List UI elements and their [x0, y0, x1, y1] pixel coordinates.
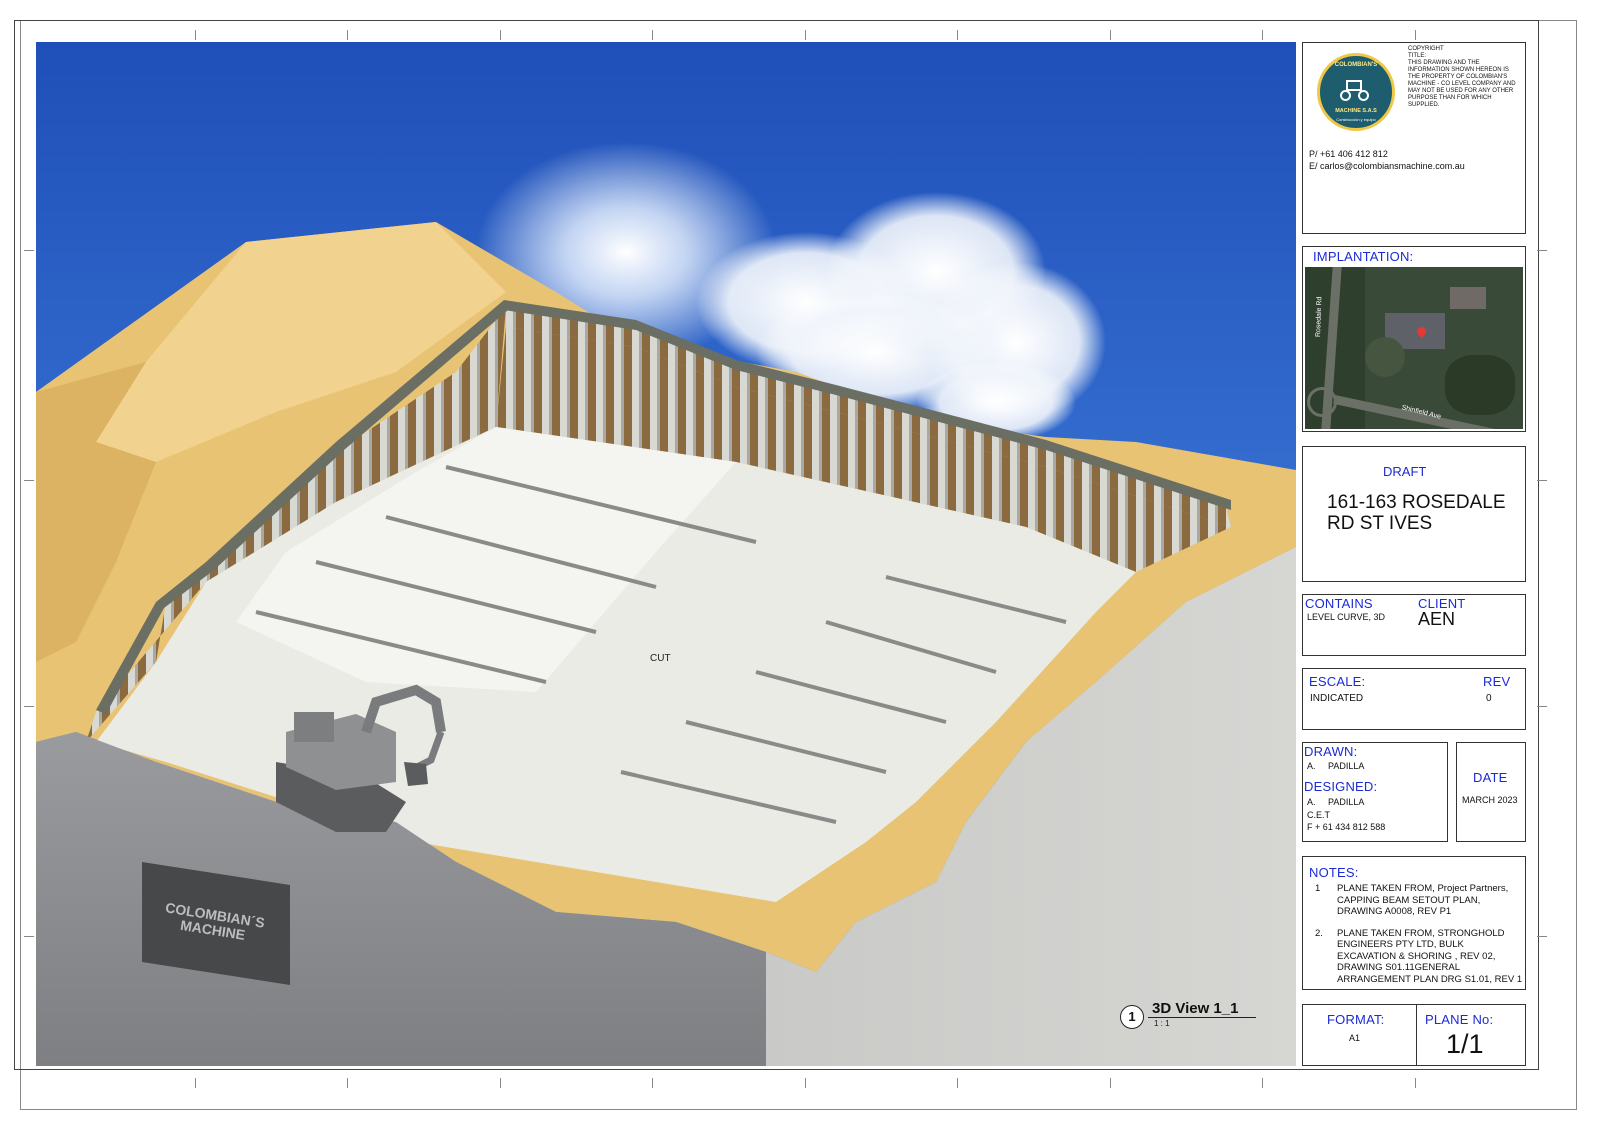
implantation-panel: IMPLANTATION: Rosedale Rd Shinfield Ave: [1302, 246, 1526, 432]
date-panel: DATE MARCH 2023: [1456, 742, 1526, 842]
border-tick: [957, 1078, 958, 1088]
border-tick: [347, 30, 348, 40]
project-status: DRAFT: [1383, 464, 1427, 479]
note-number: 1: [1315, 883, 1321, 894]
format-plane-divider: [1416, 1005, 1417, 1065]
border-tick: [805, 30, 806, 40]
border-tick: [195, 30, 196, 40]
notes-panel: NOTES: 1 PLANE TAKEN FROM, Project Partn…: [1302, 856, 1526, 990]
implantation-label: IMPLANTATION:: [1313, 249, 1414, 264]
client-value: AEN: [1418, 609, 1456, 629]
tractor-icon: [1340, 80, 1372, 102]
border-tick: [500, 1078, 501, 1088]
designed-label: DESIGNED:: [1304, 779, 1378, 794]
logo-bottom-text: MACHINE S.A.S: [1335, 108, 1377, 114]
plane-label: PLANE No:: [1425, 1012, 1494, 1027]
plane-value: 1/1: [1446, 1029, 1484, 1059]
copyright-notice: COPYRIGHT TITLE: THIS DRAWING AND THE IN…: [1408, 46, 1520, 109]
border-tick: [1262, 30, 1263, 40]
view-scale: 1 : 1: [1154, 1019, 1170, 1028]
project-name-line2: RD ST IVES: [1327, 513, 1433, 534]
border-tick: [195, 1078, 196, 1088]
drawn-label: DRAWN:: [1304, 744, 1358, 759]
border-tick: [957, 30, 958, 40]
contact-email: E/ carlos@colombiansmachine.com.au: [1309, 161, 1465, 171]
border-tick: [1537, 480, 1547, 481]
date-label: DATE: [1473, 770, 1508, 785]
escale-value: INDICATED: [1310, 693, 1364, 704]
drawn-designed-panel: DRAWN: A. PADILLA DESIGNED: A. PADILLA C…: [1302, 742, 1448, 842]
border-tick: [24, 706, 34, 707]
format-plane-panel: FORMAT: A1 PLANE No: 1/1: [1302, 1004, 1526, 1066]
border-tick: [1262, 1078, 1263, 1088]
rev-label: REV: [1483, 674, 1511, 689]
project-panel: DRAFT 161-163 ROSEDALE RD ST IVES: [1302, 446, 1526, 582]
copyright-heading: COPYRIGHT: [1408, 46, 1444, 52]
company-info-panel: COLOMBIAN'S MACHINE S.A.S Construcción y…: [1302, 42, 1526, 234]
view-number-circle: 1: [1120, 1005, 1144, 1029]
border-tick: [1110, 1078, 1111, 1088]
border-tick: [1110, 30, 1111, 40]
border-tick: [1415, 1078, 1416, 1088]
notes-list: 1 PLANE TAKEN FROM, Project Partners, CA…: [1315, 883, 1523, 995]
format-label: FORMAT:: [1327, 1012, 1385, 1027]
border-tick: [1415, 30, 1416, 40]
note-item: 2. PLANE TAKEN FROM, STRONGHOLD ENGINEER…: [1315, 928, 1523, 986]
date-value: MARCH 2023: [1462, 795, 1518, 805]
note-text: PLANE TAKEN FROM, Project Partners, CAPP…: [1337, 883, 1509, 917]
format-value: A1: [1349, 1033, 1361, 1043]
cut-label: CUT: [650, 653, 671, 664]
contains-client-panel: CONTAINS LEVEL CURVE, 3D CLIENT AEN: [1302, 594, 1526, 656]
logo-tagline: Construcción y equipo: [1336, 117, 1376, 122]
border-tick: [347, 1078, 348, 1088]
company-logo: COLOMBIAN'S MACHINE S.A.S Construcción y…: [1317, 53, 1395, 131]
contact-phone: P/ +61 406 412 812: [1309, 149, 1388, 159]
designed-line3: F + 61 434 812 588: [1307, 822, 1386, 832]
contains-label: CONTAINS: [1305, 596, 1373, 611]
copyright-text: THIS DRAWING AND THE INFORMATION SHOWN H…: [1408, 60, 1516, 108]
border-tick: [24, 936, 34, 937]
site-location-map: Rosedale Rd Shinfield Ave: [1305, 267, 1523, 429]
escale-label: ESCALE:: [1309, 674, 1366, 689]
contains-value: LEVEL CURVE, 3D: [1307, 612, 1386, 622]
drawn-value: A. PADILLA: [1307, 761, 1365, 771]
view-underline: [1148, 1017, 1256, 1018]
copyright-title-label: TITLE:: [1408, 53, 1427, 59]
border-tick: [652, 30, 653, 40]
border-tick: [805, 1078, 806, 1088]
border-tick: [652, 1078, 653, 1088]
border-tick: [1537, 936, 1547, 937]
view-label: 1 3D View 1_1 1 : 1: [1120, 1000, 1270, 1030]
designed-line2: C.E.T: [1307, 810, 1331, 820]
notes-label: NOTES:: [1309, 865, 1359, 880]
designed-value: A. PADILLA: [1307, 797, 1365, 807]
rev-value: 0: [1486, 693, 1492, 704]
border-tick: [1537, 706, 1547, 707]
logo-top-text: COLOMBIAN'S: [1334, 62, 1378, 68]
border-tick: [500, 30, 501, 40]
view-number: 1: [1128, 1009, 1136, 1024]
border-tick: [24, 250, 34, 251]
border-tick: [1537, 250, 1547, 251]
note-text: PLANE TAKEN FROM, STRONGHOLD ENGINEERS P…: [1337, 927, 1523, 985]
note-number: 2.: [1315, 927, 1323, 939]
view-title: 3D View 1_1: [1152, 1000, 1239, 1017]
note-item: 1 PLANE TAKEN FROM, Project Partners, CA…: [1315, 883, 1523, 918]
escale-rev-panel: ESCALE: INDICATED REV 0: [1302, 668, 1526, 730]
map-street-rosedale: Rosedale Rd: [1315, 296, 1324, 338]
project-name-line1: 161-163 ROSEDALE: [1327, 492, 1506, 513]
border-tick: [24, 480, 34, 481]
